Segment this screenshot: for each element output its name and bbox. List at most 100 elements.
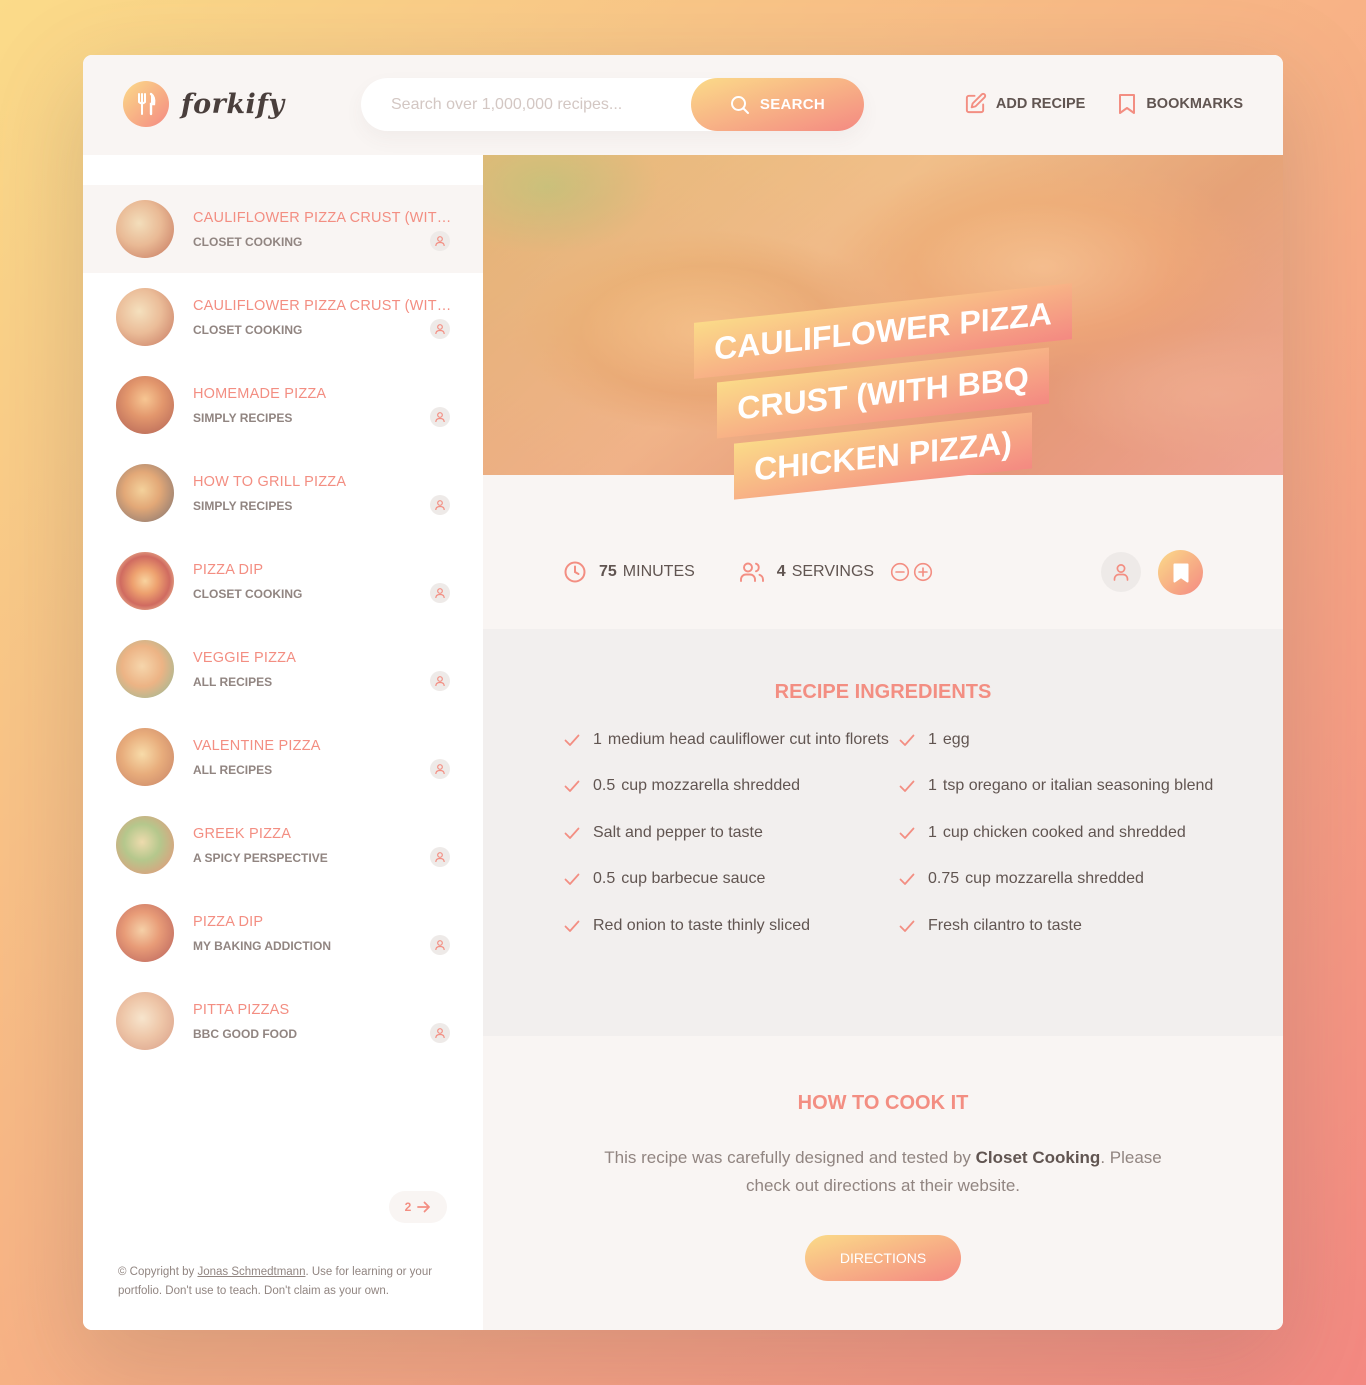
check-icon bbox=[899, 780, 915, 793]
result-image bbox=[116, 552, 174, 610]
bookmark-icon bbox=[1173, 563, 1188, 582]
result-item[interactable]: CAULIFLOWER PIZZA CRUST (WITH BBQ CHICKE… bbox=[83, 185, 483, 273]
ingredient-description: cup chicken cooked and shredded bbox=[942, 823, 1186, 841]
ingredient-item: Salt and pepper to taste bbox=[563, 822, 898, 844]
result-item[interactable]: Pizza Dip My Baking Addiction bbox=[83, 889, 483, 977]
directions-button[interactable]: Directions bbox=[805, 1235, 961, 1281]
ingredient-description: cup barbecue sauce bbox=[621, 870, 766, 888]
ingredient-item: 1 egg bbox=[898, 729, 1223, 751]
plus-circle-icon bbox=[914, 562, 933, 581]
user-icon bbox=[430, 671, 450, 691]
result-item[interactable]: How to Grill Pizza Simply Recipes bbox=[83, 449, 483, 537]
check-icon bbox=[899, 873, 915, 886]
result-title: Homemade Pizza bbox=[193, 385, 327, 402]
bookmark-icon bbox=[1119, 93, 1136, 114]
ingredient-item: 1 cup chicken cooked and shredded bbox=[898, 822, 1223, 844]
result-image bbox=[116, 200, 174, 258]
result-title: CAULIFLOWER PIZZA CRUST (WITH BBQ CHICKE… bbox=[193, 209, 453, 226]
check-icon bbox=[564, 780, 580, 793]
result-publisher: Closet Cooking bbox=[193, 322, 303, 337]
ingredient-description: egg bbox=[942, 731, 970, 748]
minutes-label: minutes bbox=[622, 563, 695, 580]
check-icon bbox=[564, 827, 580, 839]
user-icon bbox=[430, 407, 450, 427]
ingredient-quantity: 0.5 bbox=[593, 870, 616, 888]
result-image bbox=[116, 376, 174, 434]
result-item[interactable]: Veggie Pizza All Recipes bbox=[83, 625, 483, 713]
check-icon bbox=[899, 734, 915, 746]
ingredient-quantity: 1 bbox=[593, 731, 602, 748]
result-title: Greek Pizza bbox=[193, 825, 292, 842]
user-icon bbox=[430, 935, 450, 955]
directions-heading: How to cook it bbox=[797, 1092, 969, 1114]
result-publisher: My Baking Addiction bbox=[193, 938, 331, 953]
result-item[interactable]: Pizza Dip Closet Cooking bbox=[83, 537, 483, 625]
user-icon bbox=[430, 495, 450, 515]
ingredient-quantity: 1 bbox=[928, 731, 937, 748]
result-publisher: A Spicy Perspective bbox=[193, 850, 328, 865]
servings-label: servings bbox=[791, 563, 875, 580]
check-icon bbox=[564, 734, 580, 746]
ingredient-description: Salt and pepper to taste bbox=[593, 823, 763, 841]
add-recipe-button[interactable]: Add recipe bbox=[964, 92, 1085, 115]
ingredient-item: Red onion to taste thinly sliced bbox=[563, 915, 898, 937]
ingredient-item: 0.75 cup mozzarella shredded bbox=[898, 868, 1223, 890]
result-image bbox=[116, 816, 174, 874]
servings-value: 4 bbox=[776, 563, 786, 580]
result-title: CAULIFLOWER PIZZA CRUST (WITH BBQ CHICKE… bbox=[193, 297, 453, 314]
result-title: Pizza Dip bbox=[193, 561, 264, 578]
result-item[interactable]: Pitta Pizzas BBC Good Food bbox=[83, 977, 483, 1065]
check-icon bbox=[899, 920, 915, 932]
result-item[interactable]: Homemade Pizza Simply Recipes bbox=[83, 361, 483, 449]
result-title: How to Grill Pizza bbox=[193, 473, 347, 490]
directions-text-before: This recipe was carefully designed and t… bbox=[604, 1148, 971, 1167]
minutes-value: 75 bbox=[599, 563, 617, 580]
bookmark-recipe-button[interactable] bbox=[1158, 550, 1203, 595]
result-publisher: Simply Recipes bbox=[193, 410, 293, 425]
servings: 4 servings bbox=[739, 560, 936, 584]
ingredient-quantity: 0.5 bbox=[593, 777, 616, 795]
minus-circle-icon bbox=[891, 562, 910, 581]
ingredients-list: 1 medium head cauliflower cut into floret… bbox=[563, 729, 1223, 961]
bookmarks-button[interactable]: Bookmarks bbox=[1117, 93, 1243, 115]
ingredients-heading: Recipe ingredients bbox=[774, 681, 992, 703]
ingredient-item: 1 medium head cauliflower cut into floret… bbox=[563, 729, 898, 751]
ingredient-description: Fresh cilantro to taste bbox=[928, 916, 1082, 934]
increase-servings-button[interactable] bbox=[913, 562, 934, 583]
author-link[interactable]: Jonas Schmedtmann bbox=[197, 1266, 305, 1278]
result-item[interactable]: Valentine Pizza All Recipes bbox=[83, 713, 483, 801]
user-icon bbox=[430, 231, 450, 251]
ingredient-description: Red onion to taste thinly sliced bbox=[593, 916, 811, 934]
directions-publisher: Closet Cooking bbox=[975, 1148, 1101, 1167]
result-image bbox=[116, 640, 174, 698]
result-image bbox=[116, 288, 174, 346]
decrease-servings-button[interactable] bbox=[890, 562, 911, 583]
result-image bbox=[116, 904, 174, 962]
app-name: forkify bbox=[181, 88, 285, 120]
user-generated-badge bbox=[1101, 552, 1141, 592]
result-image bbox=[116, 464, 174, 522]
result-title: Veggie Pizza bbox=[193, 649, 297, 666]
search-form: Search bbox=[361, 78, 864, 131]
user-icon bbox=[430, 1023, 450, 1043]
directions-text: This recipe was carefully designed and t… bbox=[593, 1144, 1173, 1200]
user-icon bbox=[430, 583, 450, 603]
ingredient-quantity: 1 bbox=[928, 823, 937, 841]
next-page-number: 2 bbox=[404, 1200, 412, 1214]
app-container: forkify Search Add recipe bbox=[83, 55, 1283, 1330]
ingredient-description: cup mozzarella shredded bbox=[965, 870, 1144, 888]
search-button[interactable]: Search bbox=[691, 78, 864, 131]
ingredient-description: cup mozzarella shredded bbox=[621, 777, 801, 795]
result-item[interactable]: CAULIFLOWER PIZZA CRUST (WITH BBQ CHICKE… bbox=[83, 273, 483, 361]
result-item[interactable]: Greek Pizza A Spicy Perspective bbox=[83, 801, 483, 889]
servings-controls bbox=[890, 562, 936, 583]
ingredient-quantity: 0.75 bbox=[928, 870, 960, 888]
next-page-button[interactable]: 2 bbox=[389, 1191, 447, 1223]
search-input[interactable] bbox=[391, 95, 691, 114]
result-image bbox=[116, 728, 174, 786]
logo[interactable]: forkify bbox=[123, 81, 285, 127]
ingredient-item: 0.5 cup barbecue sauce bbox=[563, 868, 898, 890]
check-icon bbox=[899, 827, 915, 839]
ingredient-description: medium head cauliflower cut into florets bbox=[607, 731, 889, 748]
arrow-right-icon bbox=[417, 1201, 431, 1213]
